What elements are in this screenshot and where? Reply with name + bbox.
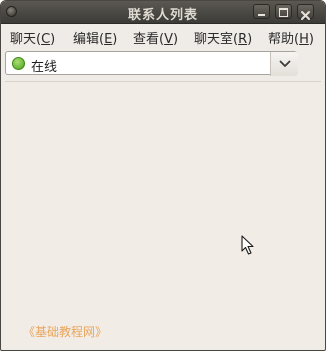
watermark-text: 《基础教程网》	[23, 325, 108, 339]
status-value: 在线	[31, 60, 58, 75]
minimize-icon	[258, 14, 265, 16]
close-icon	[300, 6, 311, 20]
contact-list-window: 联系人列表 聊天(C) 编辑(E) 查看(V) 聊天室(R) 帮助(H) 在线	[0, 0, 326, 351]
menu-bar: 聊天(C) 编辑(E) 查看(V) 聊天室(R) 帮助(H)	[1, 24, 325, 48]
status-dropdown-button[interactable]	[270, 52, 298, 76]
menu-view[interactable]: 查看(V)	[133, 28, 178, 47]
maximize-button[interactable]	[275, 4, 292, 19]
menu-help[interactable]: 帮助(H)	[268, 28, 314, 47]
close-button[interactable]	[297, 4, 314, 20]
minimize-button[interactable]	[253, 4, 270, 19]
maximize-icon	[279, 8, 288, 17]
online-status-icon	[12, 57, 25, 70]
mouse-pointer-icon	[241, 235, 254, 255]
menu-edit[interactable]: 编辑(E)	[73, 28, 117, 47]
contact-list-area[interactable]: 《基础教程网》	[5, 81, 321, 347]
status-combobox[interactable]: 在线	[5, 51, 298, 76]
chevron-down-icon	[279, 60, 291, 67]
menu-chat[interactable]: 聊天(C)	[10, 28, 55, 47]
status-selector-row: 在线	[5, 51, 299, 77]
title-bar[interactable]: 联系人列表	[1, 1, 325, 24]
menu-chatroom[interactable]: 聊天室(R)	[194, 28, 252, 47]
